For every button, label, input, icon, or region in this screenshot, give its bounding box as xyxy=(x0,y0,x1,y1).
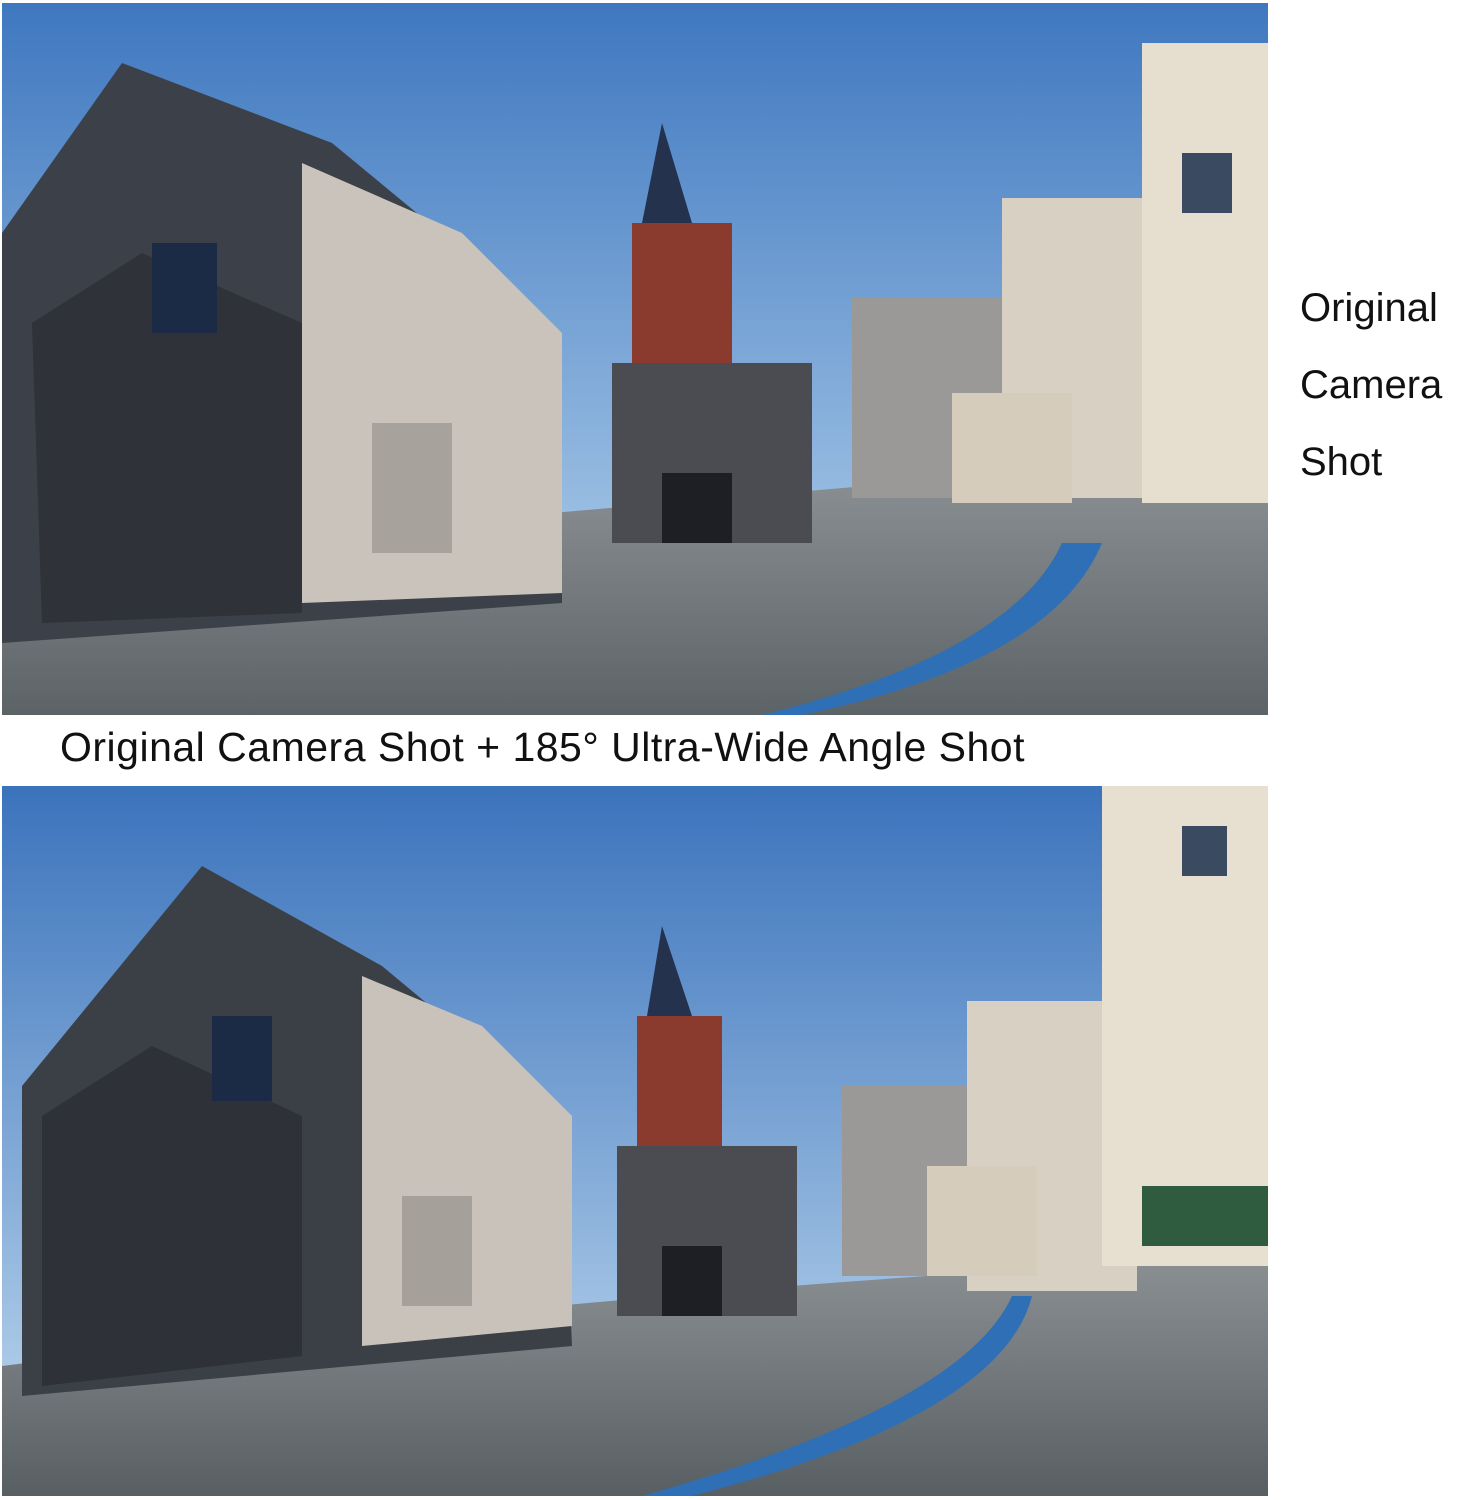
label-line-2: Camera xyxy=(1300,363,1443,407)
comparison-caption: Original Camera Shot + 185° Ultra-Wide A… xyxy=(60,724,1025,770)
original-camera-shot-label: Original Camera Shot xyxy=(1300,270,1474,501)
label-line-1: Original xyxy=(1300,286,1438,330)
original-camera-scene xyxy=(2,3,1268,715)
original-camera-photo xyxy=(2,3,1268,715)
ultra-wide-angle-scene xyxy=(2,786,1268,1496)
ultra-wide-angle-photo xyxy=(2,786,1268,1496)
label-line-3: Shot xyxy=(1300,440,1383,484)
